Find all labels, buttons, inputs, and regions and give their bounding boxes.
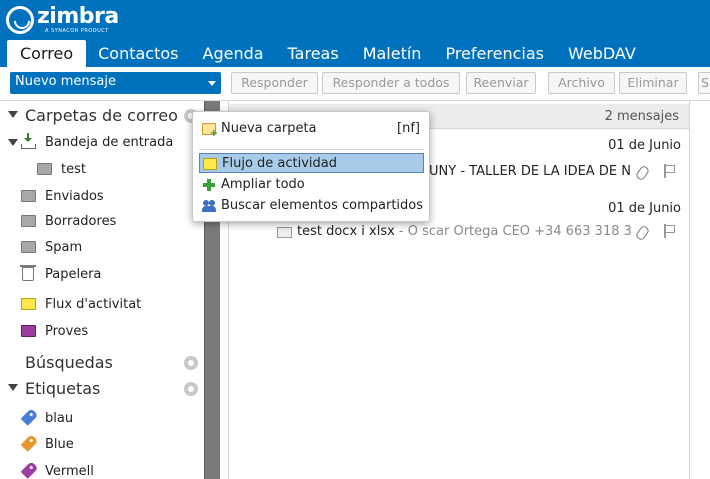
sidebar-item-tag-blau[interactable]: blau [0,407,204,429]
new-folder-icon [202,123,218,139]
drafts-icon [21,215,36,227]
archive-button[interactable]: Archivo [548,72,615,94]
sidebar-item-inbox[interactable]: Bandeja de entrada [0,131,204,153]
shared-items-icon [202,200,216,212]
sidebar-item-tag-blue[interactable]: Blue [0,433,204,455]
collapse-triangle-icon[interactable] [8,139,18,146]
tab-mail[interactable]: Correo [7,40,87,67]
activity-stream-icon [203,158,217,170]
sidebar-item-proves[interactable]: Proves [0,320,204,342]
attachment-icon [635,165,649,179]
delete-button[interactable]: Eliminar [619,72,687,94]
mail-folders-header[interactable]: Carpetas de correo [0,104,204,128]
shortcut-hint: [nf] [397,121,420,136]
app-tabs: Correo Contactos Agenda Tareas Maletín P… [0,40,648,67]
more-button[interactable]: S [698,72,710,94]
logo-subtext: A SYNACOR PRODUCT [45,28,109,34]
sidebar-item-drafts[interactable]: Borradores [0,210,204,232]
sidebar-item-flux-dactivitat[interactable]: Flux d'activitat [0,293,204,315]
expand-all-icon [202,179,216,191]
new-message-label: Nuevo mensaje [15,74,116,89]
tag-icon [20,434,39,452]
gear-icon[interactable] [184,382,198,396]
sidebar-item-spam[interactable]: Spam [0,236,204,258]
collapse-triangle-icon[interactable] [8,384,18,391]
tags-header[interactable]: Etiquetas [0,377,204,401]
reply-all-button[interactable]: Responder a todos [322,72,460,94]
folder-icon [37,163,52,175]
reading-pane-gap [690,101,710,479]
envelope-icon [277,227,292,238]
new-message-button[interactable]: Nuevo mensaje [10,72,221,94]
tab-tasks[interactable]: Tareas [276,40,351,67]
zimbra-logo-icon [6,6,34,34]
folder-icon [21,325,36,337]
tab-preferences[interactable]: Preferencias [433,40,556,67]
folder-tree: Carpetas de correo Bandeja de entrada te… [0,101,204,479]
group-date: 01 de Junio [608,201,681,216]
tab-contacts[interactable]: Contactos [86,40,190,67]
tab-calendar[interactable]: Agenda [191,40,276,67]
sidebar-item-trash[interactable]: Papelera [0,263,204,285]
reply-button[interactable]: Responder [231,72,318,94]
mail-toolbar: Nuevo mensaje Responder Responder a todo… [0,67,710,101]
tag-icon [20,461,39,479]
tab-webdav[interactable]: WebDAV [556,40,648,67]
message-count: 2 mensajes [604,109,679,124]
menu-item-find-shares[interactable]: Buscar elementos compartidos [199,196,424,216]
zimbra-logo[interactable]: zimbra A SYNACOR PRODUCT [6,6,119,36]
menu-item-expand-all[interactable]: Ampliar todo [199,175,424,195]
folder-context-menu: Nueva carpeta [nf] Flujo de actividad Am… [192,111,430,222]
collapse-triangle-icon[interactable] [8,111,18,118]
flag-icon[interactable] [663,224,675,238]
tab-briefcase[interactable]: Maletín [351,40,434,67]
app-header: zimbra A SYNACOR PRODUCT Correo Contacto… [0,0,710,67]
flag-icon[interactable] [663,164,675,178]
folder-icon [21,298,36,310]
searches-header[interactable]: Búsquedas [0,351,204,375]
menu-divider [199,149,424,150]
sidebar-item-tag-vermell[interactable]: Vermell [0,460,204,479]
trash-icon [20,265,36,281]
inbox-icon [21,133,36,149]
gear-icon[interactable] [184,356,198,370]
message-subject: test docx i xlsx [297,224,395,239]
attachment-icon [635,225,649,239]
menu-item-activity-stream[interactable]: Flujo de actividad [199,153,424,173]
sidebar-item-test[interactable]: test [0,158,204,180]
menu-item-new-folder[interactable]: Nueva carpeta [nf] [199,119,424,139]
spam-icon [21,241,36,253]
chevron-down-icon[interactable] [208,81,216,86]
message-subject[interactable]: UNY - TALLER DE LA IDEA DE NEG [429,164,631,179]
logo-wordmark: zimbra [37,4,119,29]
sent-icon [21,190,36,202]
forward-button[interactable]: Reenviar [466,72,536,94]
message-row[interactable]: test docx i xlsx - Ó scar Ortega CEO +34… [297,224,631,239]
group-date: 01 de Junio [608,138,681,153]
tag-icon [20,408,39,426]
sidebar-item-sent[interactable]: Enviados [0,185,204,207]
message-fragment: - Ó scar Ortega CEO +34 663 318 350 [394,224,631,239]
